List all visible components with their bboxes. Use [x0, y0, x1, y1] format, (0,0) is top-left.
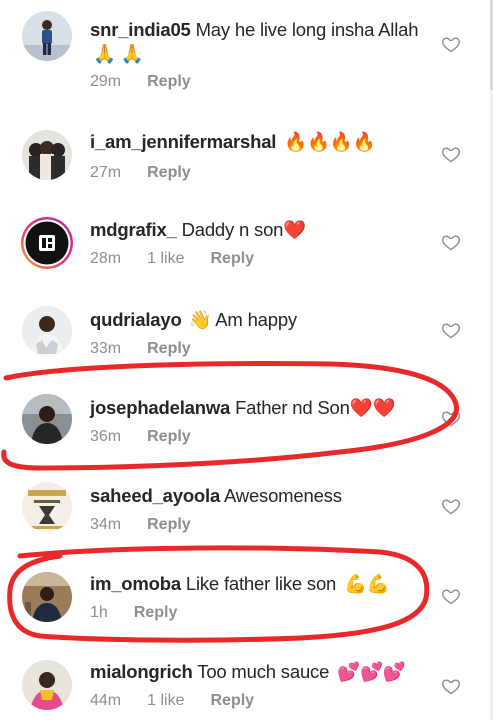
two-hearts-emoji-icon: 💕💕💕 [337, 661, 406, 682]
like-heart-icon[interactable] [441, 408, 461, 428]
comment-username[interactable]: snr_india05 [90, 19, 191, 40]
comment-item: i_am_jennifermarshal 🔥🔥🔥🔥 27m Reply [0, 112, 493, 200]
comment-text: qudrialayo 👋 Am happy [90, 308, 431, 332]
comment-body: Am happy [215, 309, 297, 330]
comment-item: mialongrich Too much sauce 💕💕💕 44m 1 lik… [0, 640, 493, 728]
comment-meta: 36m Reply [90, 428, 191, 446]
comment-time: 36m [90, 428, 122, 445]
comment-body: Father nd Son [235, 397, 350, 418]
comment-username[interactable]: mialongrich [90, 661, 193, 682]
logo-avatar-with-story-ring-icon [21, 217, 73, 269]
avatar[interactable] [22, 130, 72, 180]
like-heart-icon[interactable] [441, 320, 461, 340]
comment-body: Too much sauce [197, 661, 330, 682]
comment-username[interactable]: qudrialayo [90, 309, 182, 330]
pray-emoji-icon: 🙏 🙏 [93, 43, 144, 64]
reply-button[interactable]: Reply [210, 692, 254, 710]
comment-item: mdgrafix_ Daddy n son❤️ 28m 1 like Reply [0, 200, 493, 288]
comment-text: mdgrafix_ Daddy n son❤️ [90, 218, 431, 242]
reply-button[interactable]: Reply [147, 340, 191, 358]
person-avatar-icon [22, 572, 72, 622]
person-avatar-icon [22, 306, 72, 356]
comment-item: saheed_ayoola Awesomeness 34m Reply [0, 464, 493, 552]
comment-meta: 34m Reply [90, 516, 191, 534]
reply-button[interactable]: Reply [134, 604, 178, 622]
avatar[interactable] [22, 482, 72, 532]
comment-time: 34m [90, 516, 122, 533]
person-avatar-icon [22, 660, 72, 710]
reply-button[interactable]: Reply [210, 250, 254, 268]
comment-item: im_omoba Like father like son 💪💪 1h Repl… [0, 552, 493, 640]
flexed-biceps-emoji-icon: 💪💪 [344, 573, 390, 594]
reply-button[interactable]: Reply [147, 164, 191, 182]
reply-button[interactable]: Reply [147, 73, 191, 91]
comments-list: snr_india05 May he live long insha Allah… [0, 0, 493, 720]
avatar[interactable] [22, 306, 72, 356]
comment-like-count[interactable]: 1 like [147, 692, 184, 710]
like-heart-icon[interactable] [441, 586, 461, 606]
comment-meta: 1h Reply [90, 604, 177, 622]
person-avatar-icon [22, 394, 72, 444]
fire-emoji-icon: 🔥🔥🔥🔥 [284, 131, 376, 152]
reply-button[interactable]: Reply [147, 428, 191, 446]
comment-text: i_am_jennifermarshal 🔥🔥🔥🔥 [90, 130, 431, 154]
comment-item: snr_india05 May he live long insha Allah… [0, 0, 493, 91]
comment-time: 44m [90, 692, 122, 709]
comment-text: mialongrich Too much sauce 💕💕💕 [90, 660, 431, 684]
comment-body: Like father like son [185, 573, 337, 594]
avatar[interactable] [22, 394, 72, 444]
comment-item: qudrialayo 👋 Am happy 33m Reply [0, 288, 493, 376]
comment-meta: 27m Reply [90, 164, 191, 182]
avatar-story-ring[interactable] [20, 216, 74, 270]
comment-meta: 28m 1 like Reply [90, 250, 254, 268]
like-heart-icon[interactable] [441, 496, 461, 516]
red-heart-emoji-icon: ❤️❤️ [349, 397, 396, 418]
reply-button[interactable]: Reply [147, 516, 191, 534]
comment-time: 29m [90, 73, 122, 90]
like-heart-icon[interactable] [441, 34, 461, 54]
avatar[interactable] [22, 11, 72, 61]
group-photo-avatar-icon [22, 130, 72, 180]
like-heart-icon[interactable] [441, 676, 461, 696]
comment-time: 33m [90, 340, 122, 357]
like-heart-icon[interactable] [441, 144, 461, 164]
comment-username[interactable]: josephadelanwa [90, 397, 230, 418]
comment-body: Daddy n son [181, 219, 284, 240]
comment-meta: 29m Reply [90, 73, 191, 91]
comment-username[interactable]: im_omoba [90, 573, 181, 594]
graphic-avatar-icon [22, 482, 72, 532]
comment-item: josephadelanwa Father nd Son❤️❤️ 36m Rep… [0, 376, 493, 464]
comment-text: josephadelanwa Father nd Son❤️❤️ [90, 396, 431, 420]
avatar[interactable] [22, 572, 72, 622]
comment-meta: 44m 1 like Reply [90, 692, 254, 710]
comment-time: 1h [90, 604, 108, 621]
comment-like-count[interactable]: 1 like [147, 250, 184, 268]
comment-username[interactable]: saheed_ayoola [90, 485, 220, 506]
comment-time: 28m [90, 250, 122, 267]
comment-text: saheed_ayoola Awesomeness [90, 484, 431, 508]
comment-body: May he live long insha Allah [195, 19, 419, 40]
comment-time: 27m [90, 164, 122, 181]
red-heart-emoji-icon: ❤️ [283, 219, 307, 240]
comment-body: Awesomeness [223, 485, 342, 506]
avatar[interactable] [22, 660, 72, 710]
waving-hand-emoji-icon: 👋 [188, 309, 212, 330]
comment-meta: 33m Reply [90, 340, 191, 358]
comment-text: snr_india05 May he live long insha Allah… [90, 18, 429, 66]
comment-username[interactable]: i_am_jennifermarshal [90, 131, 276, 152]
person-standing-avatar-icon [22, 11, 72, 61]
comment-username[interactable]: mdgrafix_ [90, 219, 177, 240]
comment-text: im_omoba Like father like son 💪💪 [90, 572, 431, 596]
like-heart-icon[interactable] [441, 232, 461, 252]
